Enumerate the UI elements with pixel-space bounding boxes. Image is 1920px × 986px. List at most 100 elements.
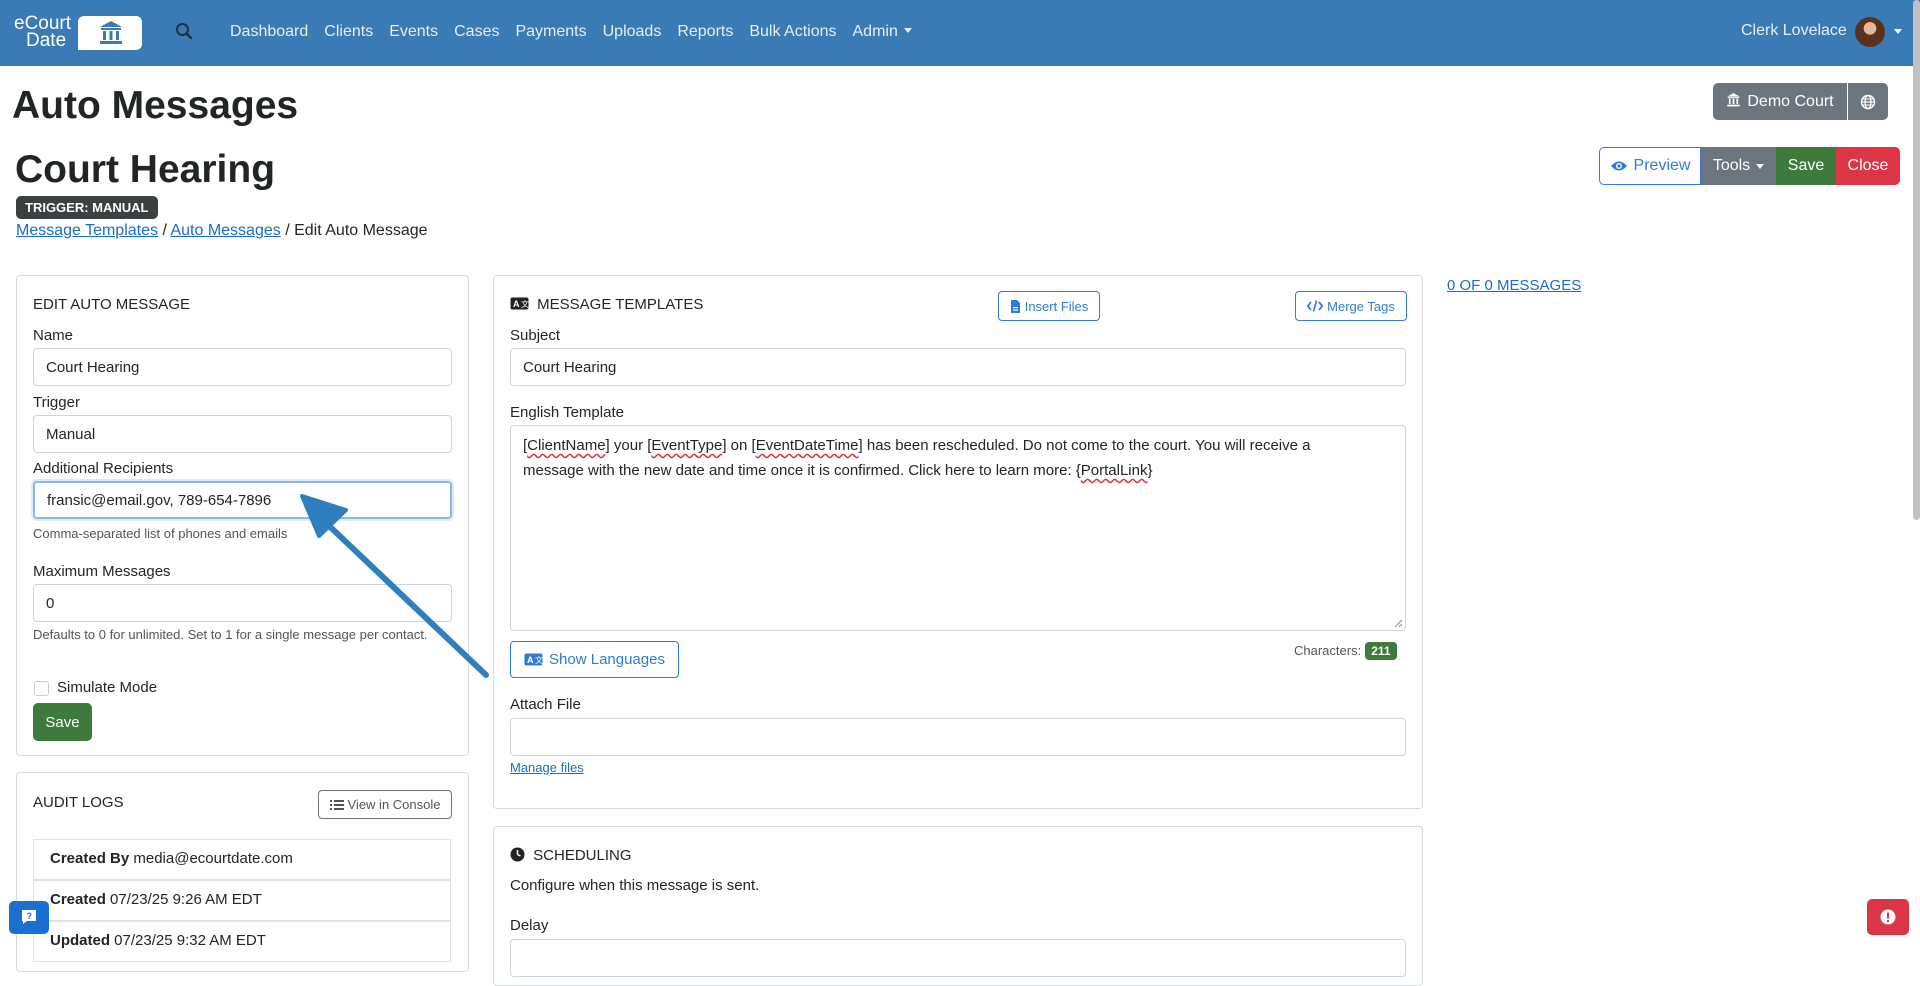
name-input[interactable]: Court Hearing [33,348,452,386]
nav-reports[interactable]: Reports [677,23,733,41]
code-icon [1307,300,1324,312]
save-button[interactable]: Save [1776,147,1836,185]
search-icon[interactable] [175,22,193,45]
ecourtdate-logo[interactable]: eCourt Date [14,14,142,51]
preview-button[interactable]: Preview [1599,147,1701,185]
audit-row: Created 07/23/25 9:26 AM EDT [33,880,451,921]
trigger-label: Trigger [33,394,80,411]
merge-tag: PortalLink [1080,462,1148,479]
max-messages-label: Maximum Messages [33,563,171,580]
nav-uploads[interactable]: Uploads [603,23,662,41]
list-icon [329,799,344,810]
globe-icon [1860,94,1876,109]
nav-events[interactable]: Events [389,23,438,41]
merge-tag: EventType [651,437,723,454]
preview-label: Preview [1633,157,1691,174]
attach-file-label: Attach File [510,696,581,713]
form-save-button[interactable]: Save [33,703,92,741]
page-scrollbar[interactable] [1913,0,1920,520]
avatar[interactable] [1855,17,1885,47]
clock-icon [510,847,525,862]
view-in-console-button[interactable]: View in Console [318,790,452,819]
template-text: your [613,437,644,454]
court-selector-button[interactable]: Demo Court [1713,83,1847,120]
audit-title: AUDIT LOGS [33,794,124,811]
audit-row: Created By media@ecourtdate.com [33,839,451,880]
tools-dropdown-button[interactable]: Tools [1701,147,1776,185]
english-template-textarea[interactable]: [ClientName] your [EventType] on [EventD… [510,425,1406,631]
globe-button[interactable] [1848,83,1888,120]
insert-files-button[interactable]: Insert Files [998,291,1100,321]
templates-title: MESSAGE TEMPLATES [537,296,704,313]
alert-button[interactable] [1867,899,1909,935]
message-title: Court Hearing [15,148,276,191]
action-button-group: Preview Tools Save Close [1599,147,1900,185]
user-name[interactable]: Clerk Lovelace [1741,22,1847,40]
additional-recipients-input[interactable]: fransic@email.gov, 789-654-7896 [33,481,452,519]
audit-key: Created [50,891,106,908]
help-chat-button[interactable]: ? [9,901,49,934]
svg-text:文: 文 [535,655,543,665]
nav-payments[interactable]: Payments [515,23,586,41]
subject-label: Subject [510,327,561,344]
delay-label: Delay [510,917,549,934]
tools-label: Tools [1712,157,1751,174]
max-messages-input[interactable]: 0 [33,584,452,622]
simulate-mode-label[interactable]: Simulate Mode [57,679,157,696]
merge-tag: ClientName [527,437,606,454]
exclamation-circle-icon [1880,909,1896,925]
manage-files-link[interactable]: Manage files [510,760,584,775]
breadcrumb-current: Edit Auto Message [294,222,428,239]
top-navbar: eCourt Date Dashboard Clients Events Cas… [0,0,1920,66]
audit-key: Created By [50,850,130,867]
nav-cases[interactable]: Cases [454,23,499,41]
recipients-help: Comma-separated list of phones and email… [33,526,288,541]
attach-file-select[interactable] [510,718,1406,756]
courthouse-icon [1726,92,1741,112]
svg-text:A: A [527,655,534,665]
audit-value: media@ecourtdate.com [133,850,293,867]
template-text: has been rescheduled. Do not come to the… [866,437,1311,454]
audit-key: Updated [50,932,110,949]
scheduling-card: SCHEDULING Configure when this message i… [493,826,1423,986]
edit-auto-message-card: EDIT AUTO MESSAGE Name Court Hearing Tri… [16,275,469,756]
chevron-down-icon[interactable] [1894,29,1902,34]
subject-input[interactable]: Court Hearing [510,348,1406,386]
characters-label: Characters: [1294,643,1362,658]
svg-text:A: A [513,299,520,309]
scheduling-title-row: SCHEDULING [510,847,632,864]
close-button[interactable]: Close [1836,147,1900,185]
logo-line2: Date [26,30,67,51]
question-chat-icon: ? [22,910,36,924]
show-languages-button[interactable]: A文 Show Languages [510,641,679,678]
scheduling-description: Configure when this message is sent. [510,877,760,894]
page-title: Auto Messages [12,84,299,127]
templates-title-row: A文 MESSAGE TEMPLATES [510,296,703,313]
messages-count-link[interactable]: 0 OF 0 MESSAGES [1447,277,1581,294]
nav-clients[interactable]: Clients [324,23,373,41]
merge-tags-label: Merge Tags [1327,298,1395,314]
english-template-label: English Template [510,404,624,421]
svg-text:?: ? [27,911,33,921]
chevron-down-icon [903,28,912,33]
card-title: EDIT AUTO MESSAGE [33,296,190,313]
nav-dashboard[interactable]: Dashboard [230,23,308,41]
breadcrumb-separator: / [162,222,167,239]
audit-value: 07/23/25 9:32 AM EDT [114,932,266,949]
nav-admin-dropdown[interactable]: Admin [853,23,912,41]
merge-tags-button[interactable]: Merge Tags [1295,291,1407,321]
message-templates-card: A文 MESSAGE TEMPLATES Insert Files Merge … [493,275,1423,809]
audit-row: Updated 07/23/25 9:32 AM EDT [33,921,451,962]
name-label: Name [33,327,74,344]
trigger-badge: TRIGGER: MANUAL [16,196,158,219]
characters-count-badge: 211 [1365,642,1397,660]
breadcrumb-auto-messages[interactable]: Auto Messages [170,222,280,239]
resize-handle-icon[interactable] [1394,619,1403,628]
breadcrumb-message-templates[interactable]: Message Templates [16,222,158,239]
trigger-select[interactable]: Manual [33,415,452,453]
nav-bulk-actions[interactable]: Bulk Actions [749,23,836,41]
simulate-mode-checkbox[interactable] [34,681,49,696]
logo-text: eCourt Date [14,14,71,51]
merge-tag: EventDateTime [755,437,859,454]
recipients-label: Additional Recipients [33,460,174,477]
